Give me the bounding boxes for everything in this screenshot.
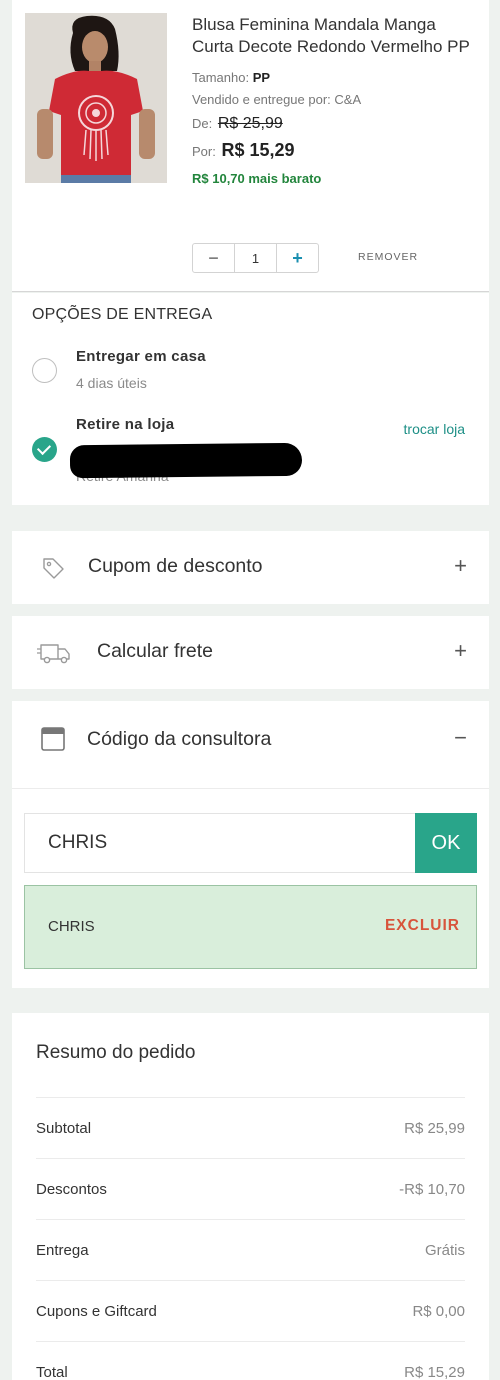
summary-row-total: Total R$ 15,29 bbox=[36, 1341, 465, 1380]
savings-text: R$ 10,70 mais barato bbox=[192, 171, 322, 186]
home-delivery-radio[interactable] bbox=[32, 358, 57, 383]
summary-label: Cupons e Giftcard bbox=[36, 1302, 157, 1320]
change-store-link[interactable]: trocar loja bbox=[404, 421, 465, 437]
product-title[interactable]: Blusa Feminina Mandala Manga Curta Decot… bbox=[192, 14, 477, 57]
applied-code-value: CHRIS bbox=[48, 918, 95, 935]
quantity-value[interactable]: 1 bbox=[234, 244, 277, 272]
decrease-quantity-button[interactable]: − bbox=[193, 244, 234, 272]
order-summary-title: Resumo do pedido bbox=[36, 1042, 196, 1063]
product-seller: Vendido e entregue por: C&A bbox=[192, 92, 362, 107]
home-delivery-subtitle: 4 dias úteis bbox=[76, 375, 147, 391]
coupon-label: Cupom de desconto bbox=[88, 555, 263, 577]
old-price-value: R$ 25,99 bbox=[217, 115, 283, 132]
price-value: R$ 15,29 bbox=[221, 140, 295, 160]
product-image[interactable] bbox=[25, 13, 167, 183]
store-pickup-radio[interactable] bbox=[32, 437, 57, 462]
consultant-code-input[interactable] bbox=[25, 814, 415, 872]
summary-value: -R$ 10,70 bbox=[399, 1180, 465, 1198]
card-icon bbox=[40, 726, 66, 752]
coupon-accordion[interactable]: Cupom de desconto + bbox=[12, 531, 489, 604]
current-price: Por: R$ 15,29 bbox=[192, 139, 477, 163]
old-price-label: De: bbox=[192, 116, 213, 131]
consultant-collapse-icon[interactable]: − bbox=[454, 725, 467, 751]
summary-row-delivery: Entrega Grátis bbox=[36, 1219, 465, 1280]
applied-consultant-code: CHRIS EXCLUIR bbox=[24, 885, 477, 969]
consultant-code-form: OK bbox=[24, 813, 477, 873]
shipping-expand-icon[interactable]: + bbox=[454, 638, 467, 664]
summary-label: Entrega bbox=[36, 1241, 89, 1259]
size-value: PP bbox=[252, 70, 271, 85]
shipping-label: Calcular frete bbox=[97, 640, 213, 662]
product-size: Tamanho: PP bbox=[192, 67, 477, 89]
remove-item-button[interactable]: REMOVER bbox=[358, 251, 418, 263]
consultant-code-label: Código da consultora bbox=[87, 728, 272, 750]
summary-row-discounts: Descontos -R$ 10,70 bbox=[36, 1158, 465, 1219]
delete-code-button[interactable]: EXCLUIR bbox=[385, 917, 460, 935]
store-pickup-title[interactable]: Retire na loja bbox=[76, 416, 174, 433]
summary-value: R$ 15,29 bbox=[404, 1363, 465, 1380]
cart-item-card: Blusa Feminina Mandala Manga Curta Decot… bbox=[12, 0, 489, 292]
truck-icon bbox=[36, 640, 72, 666]
order-summary-card: Resumo do pedido Subtotal R$ 25,99 Desco… bbox=[12, 1013, 489, 1380]
price-label: Por: bbox=[192, 144, 216, 159]
coupon-expand-icon[interactable]: + bbox=[454, 553, 467, 579]
delivery-options-title: OPÇÕES DE ENTREGA bbox=[32, 306, 213, 323]
old-price: De: R$ 25,99 bbox=[192, 113, 477, 135]
redacted-store-address bbox=[69, 442, 303, 479]
home-delivery-title[interactable]: Entregar em casa bbox=[76, 348, 206, 365]
consultant-code-panel: OK CHRIS EXCLUIR bbox=[12, 788, 489, 988]
summary-row-coupons: Cupons e Giftcard R$ 0,00 bbox=[36, 1280, 465, 1341]
increase-quantity-button[interactable]: + bbox=[277, 244, 318, 272]
apply-code-button[interactable]: OK bbox=[415, 813, 477, 873]
size-label: Tamanho: bbox=[192, 70, 250, 85]
summary-label: Descontos bbox=[36, 1180, 107, 1198]
shipping-accordion[interactable]: Calcular frete + bbox=[12, 616, 489, 689]
summary-label: Subtotal bbox=[36, 1119, 92, 1137]
quantity-stepper: − 1 + bbox=[192, 243, 319, 273]
consultant-code-accordion[interactable]: Código da consultora − bbox=[12, 701, 489, 788]
summary-label: Total bbox=[36, 1363, 68, 1380]
summary-value: R$ 25,99 bbox=[404, 1119, 465, 1137]
summary-value: R$ 0,00 bbox=[412, 1302, 465, 1320]
tag-icon bbox=[40, 555, 66, 581]
delivery-options-card: OPÇÕES DE ENTREGA Entregar em casa 4 dia… bbox=[12, 293, 489, 505]
summary-value: Grátis bbox=[424, 1241, 465, 1259]
summary-row-subtotal: Subtotal R$ 25,99 bbox=[36, 1097, 465, 1158]
